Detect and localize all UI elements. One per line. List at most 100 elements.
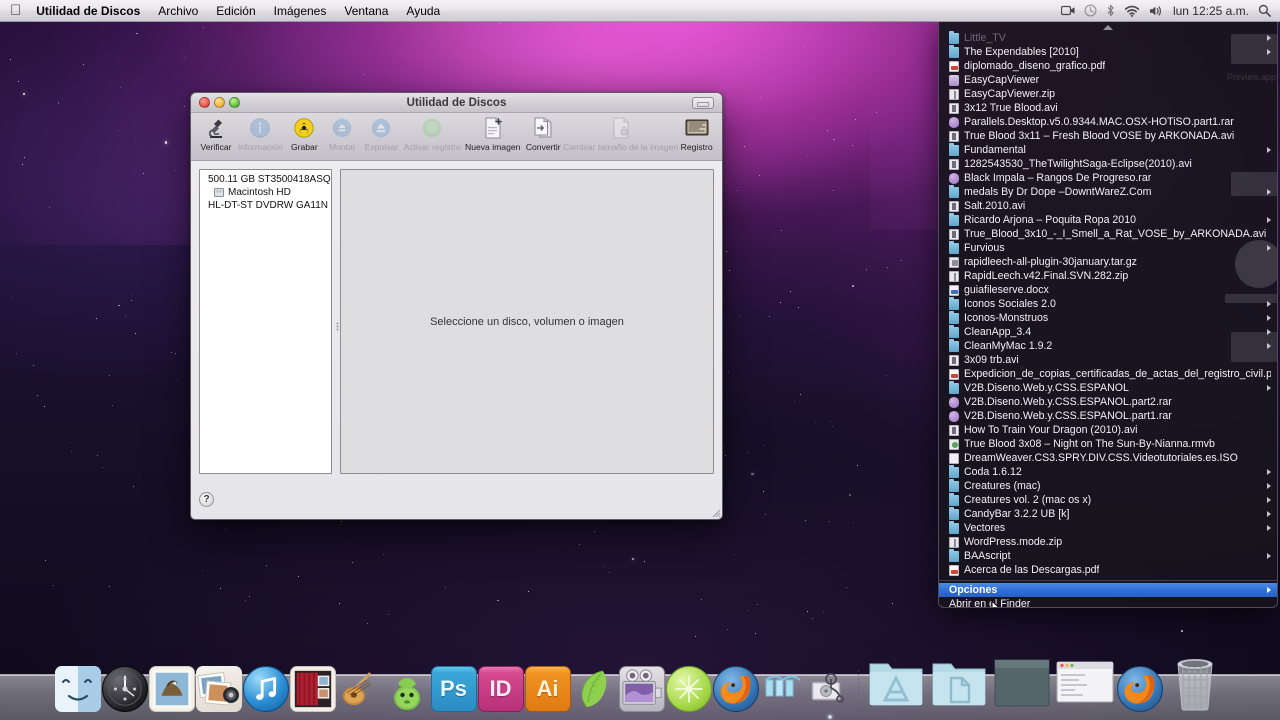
photoshop-icon[interactable]: Ps [430, 666, 477, 712]
stack-menu-item[interactable]: CleanMyMac 1.9.2 [939, 339, 1277, 353]
stack-menu-item[interactable]: Creatures (mac) [939, 479, 1277, 493]
stack-menu-item[interactable]: Coda 1.6.12 [939, 465, 1277, 479]
time-machine-icon[interactable] [1084, 4, 1097, 17]
stack-menu-item[interactable]: Creatures vol. 2 (mac os x) [939, 493, 1277, 507]
window-titlebar[interactable]: Utilidad de Discos [191, 93, 722, 113]
transmit-icon[interactable] [760, 666, 806, 712]
search-icon[interactable] [1258, 4, 1271, 17]
stack-menu-item[interactable]: Black Impala – Rangos De Progreso.rar [939, 171, 1277, 185]
toolbar-montar[interactable]: Montar [323, 116, 361, 152]
toolbar-convertir[interactable]: Convertir [523, 116, 564, 152]
stack-menu-item[interactable]: diplomado_diseno_grafico.pdf [939, 59, 1277, 73]
stack-menu-item[interactable]: DreamWeaver.CS3.SPRY.DIV.CSS.Videotutori… [939, 451, 1277, 465]
stack-menu-item[interactable]: How To Train Your Dragon (2010).avi [939, 423, 1277, 437]
trash-icon[interactable] [1164, 650, 1226, 712]
stack-menu-item[interactable]: The Expendables [2010] [939, 45, 1277, 59]
stack-menu-item[interactable]: V2B.Diseno.Web.y.CSS.ESPANOL.part2.rar [939, 395, 1277, 409]
documents-stack[interactable] [928, 650, 990, 712]
apple-logo-icon[interactable]:  [10, 3, 21, 18]
iphoto-icon[interactable] [195, 666, 242, 712]
stack-menu-item[interactable]: BAAscript [939, 549, 1277, 563]
stack-menu-item[interactable]: V2B.Diseno.Web.y.CSS.ESPANOL [939, 381, 1277, 395]
imovie-icon[interactable] [289, 666, 336, 712]
adium-icon[interactable] [384, 666, 430, 712]
stack-menu-item[interactable]: Acerca de las Descargas.pdf [939, 563, 1277, 577]
stack-menu-item[interactable]: Ricardo Arjona – Poquita Ropa 2010 [939, 213, 1277, 227]
stack-menu-item[interactable]: CleanApp_3.4 [939, 325, 1277, 339]
toolbar-verificar[interactable]: Verificar [197, 116, 235, 152]
stack-menu-item[interactable]: 3x12 True Blood.avi [939, 101, 1277, 115]
mail-icon[interactable] [148, 666, 195, 712]
stack-menu-item[interactable]: V2B.Diseno.Web.y.CSS.ESPANOL.part1.rar [939, 409, 1277, 423]
downloads-stack[interactable] [991, 650, 1053, 712]
sidebar-item-optical[interactable]: HL-DT-ST DVDRW GA11N [200, 199, 331, 212]
volume-icon[interactable] [1149, 5, 1164, 17]
toggle-toolbar-button[interactable] [692, 97, 714, 109]
illustrator-icon[interactable]: Ai [524, 666, 571, 712]
stack-menu-item[interactable]: True_Blood_3x10_-_I_Smell_a_Rat_VOSE_by_… [939, 227, 1277, 241]
disk-list-sidebar[interactable]: 500.11 GB ST3500418ASQ... Macintosh HD H… [199, 169, 332, 474]
stack-menu-item[interactable]: Iconos Sociales 2.0 [939, 297, 1277, 311]
stack-item-list[interactable]: Little_TV The Expendables [2010] diploma… [939, 31, 1277, 577]
menu-item-ayuda[interactable]: Ayuda [397, 2, 449, 20]
stack-menu-item[interactable]: rapidleech-all-plugin-30january.tar.gz [939, 255, 1277, 269]
dock[interactable]: Ps ID Ai [0, 632, 1280, 720]
menu-item-edicion[interactable]: Edición [207, 2, 264, 20]
toolbar-grabar[interactable]: Grabar [285, 116, 323, 152]
window-resize-handle[interactable] [709, 506, 721, 518]
bluetooth-icon[interactable] [1106, 4, 1115, 17]
pane-divider-handle[interactable] [336, 322, 339, 331]
indesign-icon[interactable]: ID [477, 666, 524, 712]
wifi-icon[interactable] [1124, 5, 1140, 17]
downloads-stack-menu[interactable]: Preview.app Little_TV The Expendables [2… [938, 22, 1278, 608]
toolbar-registro[interactable]: Registro [677, 116, 716, 152]
firefox-stack-icon[interactable] [1116, 666, 1163, 712]
stack-menu-item[interactable]: CandyBar 3.2.2 UB [k] [939, 507, 1277, 521]
menu-bar-clock[interactable]: lun 12:25 a.m. [1173, 4, 1249, 18]
stack-menu-item[interactable]: guiafileserve.docx [939, 283, 1277, 297]
stack-menu-item[interactable]: Furvious [939, 241, 1277, 255]
menu-item-archivo[interactable]: Archivo [149, 2, 207, 20]
menu-app-name[interactable]: Utilidad de Discos [27, 2, 149, 20]
stack-menu-item[interactable]: Expedicion_de_copias_certificadas_de_act… [939, 367, 1277, 381]
limechat-icon[interactable] [665, 666, 712, 712]
quicktime-icon[interactable] [618, 666, 665, 712]
disk-utility-toolbar[interactable]: Verificar Información Grabar Montar Expu… [191, 113, 722, 161]
menu-item-imagenes[interactable]: Imágenes [265, 2, 336, 20]
toolbar-activar-registro[interactable]: Activar registro [401, 116, 462, 152]
sidebar-item-disk[interactable]: 500.11 GB ST3500418ASQ... [200, 173, 331, 186]
sidebar-item-volume[interactable]: Macintosh HD [200, 186, 331, 199]
dashboard-icon[interactable] [101, 666, 148, 712]
stack-menu-item[interactable]: medals By Dr Dope –DowntWareZ.Com [939, 185, 1277, 199]
stack-menu-item[interactable]: Salt.2010.avi [939, 199, 1277, 213]
window-stack[interactable] [1054, 650, 1116, 712]
screen-recording-icon[interactable] [1060, 5, 1075, 16]
dock-items[interactable]: Ps ID Ai [0, 638, 1280, 719]
stack-menu-item[interactable]: 3x09 trb.avi [939, 353, 1277, 367]
stack-menu-item[interactable]: Iconos-Monstruos [939, 311, 1277, 325]
garageband-icon[interactable] [337, 666, 383, 712]
stack-menu-item[interactable]: Vectores [939, 521, 1277, 535]
itunes-icon[interactable] [242, 666, 289, 712]
finder-icon[interactable] [54, 666, 101, 712]
menu-bar-status-area[interactable]: lun 12:25 a.m. [1060, 4, 1280, 18]
firefox-icon[interactable] [712, 666, 759, 712]
stack-menu-item[interactable]: WordPress.mode.zip [939, 535, 1277, 549]
stack-menu-item[interactable]: True Blood 3x08 – Night on The Sun-By-Ni… [939, 437, 1277, 451]
stack-menu-item[interactable]: Little_TV [939, 31, 1277, 45]
menu-bar[interactable]:  Utilidad de Discos Archivo Edición Imá… [0, 0, 1280, 22]
stack-menu-item[interactable]: Fundamental [939, 143, 1277, 157]
applications-stack[interactable] [865, 650, 927, 712]
menu-item-ventana[interactable]: Ventana [335, 2, 397, 20]
stack-menu-item[interactable]: 1282543530_TheTwilightSaga-Eclipse(2010)… [939, 157, 1277, 171]
coda-icon[interactable] [572, 666, 618, 712]
help-button[interactable]: ? [199, 492, 214, 507]
toolbar-expulsar[interactable]: Expulsar [361, 116, 401, 152]
stack-menu-item[interactable]: EasyCapViewer [939, 73, 1277, 87]
toolbar-informacion[interactable]: Información [235, 116, 285, 152]
stack-menu-item[interactable]: True Blood 3x11 – Fresh Blood VOSE by AR… [939, 129, 1277, 143]
stack-menu-item-abrir-finder[interactable]: Abrir en el Finder [939, 597, 1277, 607]
disk-utility-icon[interactable] [807, 666, 853, 719]
stack-menu-item[interactable]: RapidLeech.v42.Final.SVN.282.zip [939, 269, 1277, 283]
stack-menu-item[interactable]: EasyCapViewer.zip [939, 87, 1277, 101]
